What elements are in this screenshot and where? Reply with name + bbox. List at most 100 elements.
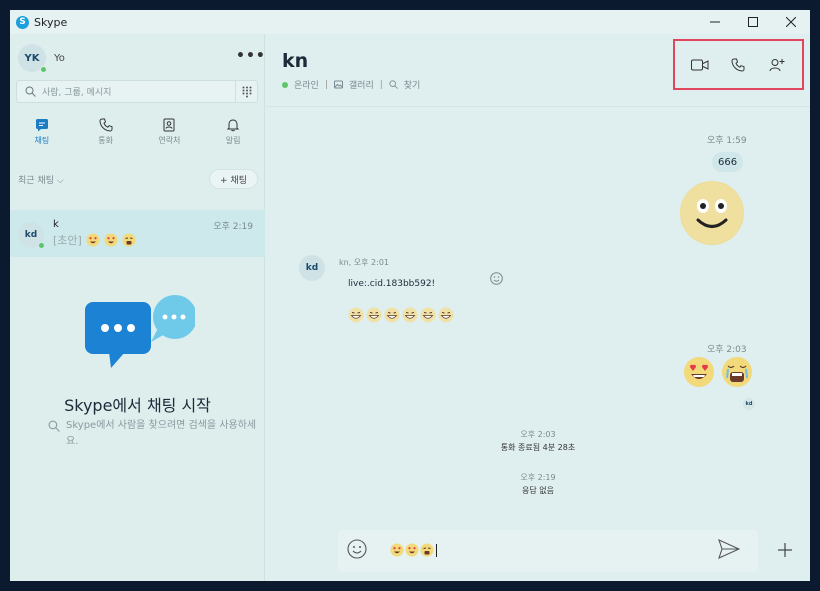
nav-item-notifications[interactable]: 알림 (201, 116, 265, 146)
sent-message[interactable]: 666 (712, 152, 744, 172)
find-link[interactable]: 찾기 (404, 78, 421, 91)
call-event: 오후 2:03 통화 종료됨 4분 28초 (266, 428, 810, 454)
chat-icon (35, 116, 49, 134)
sidebar: YK Yo ••• 사람, 그룹, 메시지 채팅 통화 연락처 알림 최근 채팅… (10, 34, 265, 581)
laughing-emoji-icon (402, 307, 418, 323)
empty-state-text: Skype에서 사람을 찾으려면 검색을 사용하세요. (66, 420, 257, 447)
add-person-icon (769, 58, 785, 71)
search-icon (25, 86, 36, 97)
crying-emoji-icon (420, 543, 434, 557)
nav-item-chats[interactable]: 채팅 (10, 116, 74, 146)
crying-emoji-icon (122, 233, 136, 247)
presence-dot (38, 242, 45, 249)
divider: | (324, 79, 328, 90)
read-receipt-avatar: kd (743, 398, 755, 410)
sender-avatar[interactable]: kd (299, 255, 325, 281)
search-icon (48, 420, 60, 432)
crying-emoji-icon (722, 357, 752, 387)
received-message[interactable]: live:.cid.183bb592! (348, 279, 435, 289)
event-time: 오후 2:19 (520, 473, 556, 482)
phone-icon (99, 116, 113, 134)
heart-eyes-emoji-icon (390, 543, 404, 557)
gallery-link[interactable]: 갤러리 (349, 78, 374, 91)
dialpad-button[interactable] (235, 81, 257, 102)
add-content-button[interactable] (774, 539, 796, 561)
online-status-dot (282, 81, 288, 88)
avatar[interactable]: YK (18, 44, 47, 73)
nav-label: 연락처 (158, 136, 181, 145)
message-input[interactable] (390, 543, 437, 557)
emoji-picker-button[interactable] (347, 539, 367, 563)
main-nav: 채팅 통화 연락처 알림 (10, 116, 265, 146)
avatar-initials: kd (305, 263, 319, 273)
conversation-name: k (53, 219, 59, 230)
laughing-emoji-icon (366, 307, 382, 323)
nav-label: 알림 (225, 136, 241, 145)
close-icon (786, 17, 796, 27)
skype-logo-icon: S (16, 15, 29, 29)
close-button[interactable] (772, 10, 810, 34)
search-icon (389, 80, 398, 89)
call-actions-group (673, 39, 804, 90)
heart-eyes-emoji-icon (684, 357, 714, 387)
gallery-icon (333, 80, 343, 89)
minimize-button[interactable] (696, 10, 734, 34)
chat-header-links: 온라인 | 갤러리 | 찾기 (282, 78, 420, 91)
audio-call-button[interactable] (723, 50, 753, 80)
more-options-button[interactable]: ••• (236, 48, 266, 64)
nav-label: 통화 (98, 136, 113, 145)
laughing-emoji-icon (438, 307, 454, 323)
maximize-icon (748, 17, 758, 27)
video-call-icon (691, 59, 709, 70)
heart-eyes-emoji-icon (104, 233, 118, 247)
message-composer[interactable] (338, 530, 758, 572)
avatar-initials: kd (24, 230, 38, 240)
smile-emoji-icon[interactable] (680, 181, 744, 245)
search-box[interactable]: 사람, 그룹, 메시지 (16, 80, 258, 103)
contacts-icon (162, 116, 176, 134)
maximize-button[interactable] (734, 10, 772, 34)
avatar-initials: YK (24, 52, 40, 64)
message-time: 오후 2:03 (707, 345, 747, 355)
title-bar: S Skype (10, 10, 810, 34)
profile[interactable]: YK Yo (18, 44, 65, 73)
chat-title[interactable]: kn (282, 50, 308, 72)
bell-icon (226, 116, 240, 134)
conversation-item[interactable]: kd k 오후 2:19 [초안] (10, 210, 265, 257)
heart-eyes-emoji-icon (86, 233, 100, 247)
sent-emoji-message[interactable] (683, 356, 753, 388)
message-sender: kn, 오후 2:01 (339, 258, 390, 267)
recent-chats-filter[interactable]: 최근 채팅 ⌵ (18, 173, 64, 186)
video-call-button[interactable] (685, 50, 715, 80)
nav-item-contacts[interactable]: 연락처 (138, 116, 202, 146)
event-text: 통화 종료됨 4분 28초 (500, 443, 576, 452)
add-people-button[interactable] (762, 50, 792, 80)
laughing-emoji-icon (348, 307, 364, 323)
send-button[interactable] (718, 538, 741, 563)
call-event: 오후 2:19 응답 없음 (266, 471, 810, 497)
divider: | (379, 79, 383, 90)
presence-dot (40, 66, 47, 73)
skype-window: S Skype YK Yo ••• 사람, 그룹, 메시지 채팅 통화 연락처 … (10, 10, 810, 581)
chat-bubbles-illustration (85, 282, 197, 372)
plus-icon (778, 543, 792, 557)
laughing-emoji-icon (384, 307, 400, 323)
add-reaction-icon[interactable] (490, 270, 503, 289)
window-controls (696, 10, 810, 34)
dialpad-icon (242, 86, 251, 97)
event-text: 응답 없음 (522, 486, 554, 495)
audio-call-icon (731, 58, 745, 72)
nav-item-calls[interactable]: 통화 (74, 116, 138, 146)
message-time: 오후 1:59 (707, 136, 747, 146)
empty-state-title: Skype에서 채팅 시작 (64, 396, 211, 415)
new-chat-button[interactable]: + 채팅 (209, 169, 258, 189)
emoji-picker-icon (347, 539, 367, 559)
event-time: 오후 2:03 (520, 430, 556, 439)
window-title: Skype (34, 15, 68, 29)
send-icon (718, 538, 741, 560)
divider (266, 106, 810, 107)
received-emoji-row[interactable] (348, 307, 454, 323)
avatar: kd (18, 222, 45, 249)
search-input[interactable]: 사람, 그룹, 메시지 (42, 85, 235, 98)
laughing-emoji-icon (420, 307, 436, 323)
